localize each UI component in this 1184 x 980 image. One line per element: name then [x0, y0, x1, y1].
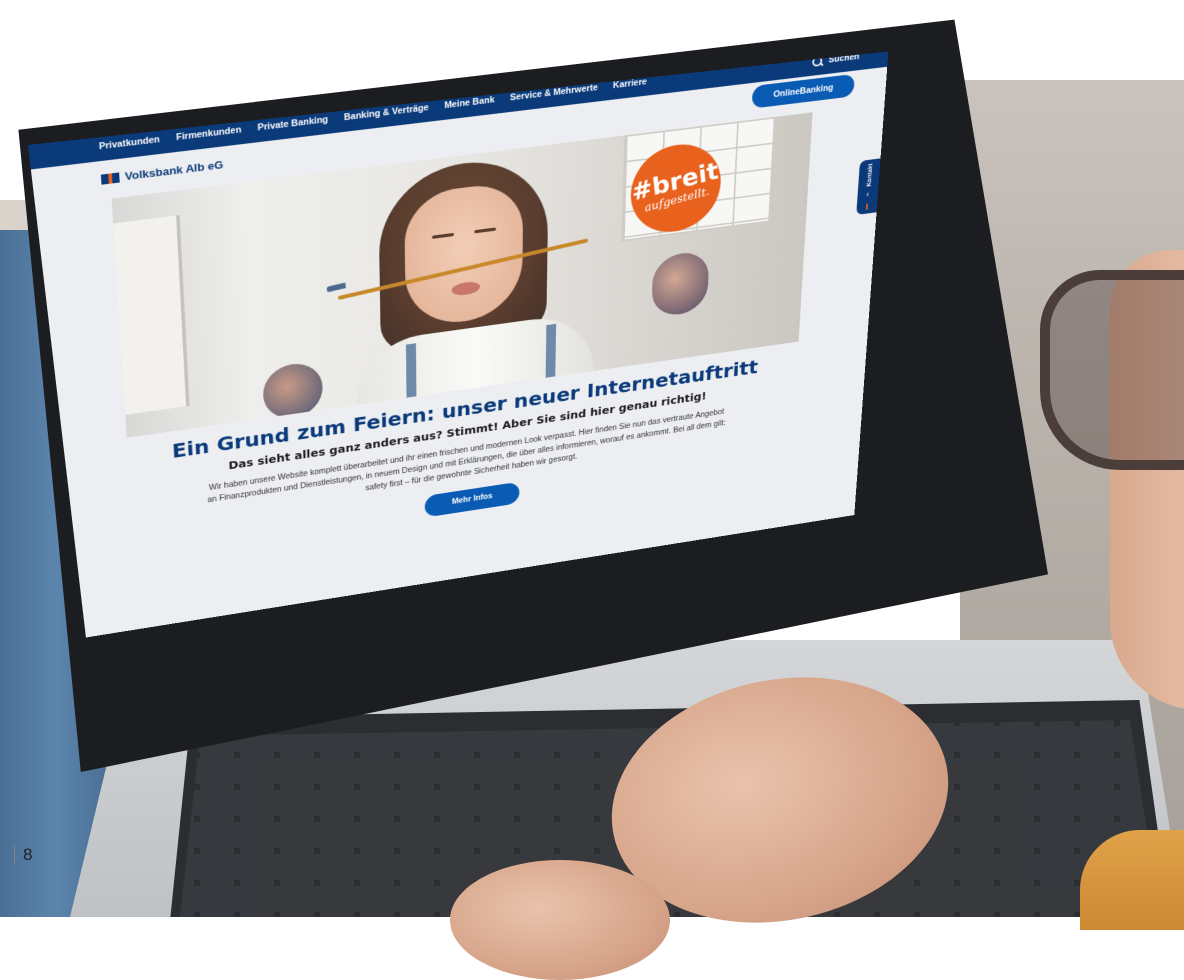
- volksbank-logo-icon: [100, 172, 120, 185]
- mehr-infos-button[interactable]: Mehr Infos: [424, 481, 520, 518]
- logo[interactable]: Volksbank Alb eG: [100, 158, 224, 185]
- brush-tip: [326, 282, 346, 293]
- kontakt-tab[interactable]: Kontakt ‹: [856, 158, 881, 215]
- kontakt-label: Kontakt: [864, 163, 874, 188]
- chevron-left-icon: ‹: [866, 190, 870, 200]
- hero-left-window: [113, 215, 190, 415]
- painted-hand-right: [651, 249, 710, 319]
- kontakt-accent: [865, 203, 868, 210]
- nav-item-privatkunden[interactable]: Privatkunden: [99, 134, 160, 151]
- hand-left: [450, 860, 670, 980]
- page-number: 8: [14, 845, 32, 865]
- apron-strap: [405, 343, 417, 406]
- painted-hand-left: [262, 360, 324, 422]
- logo-text: Volksbank Alb eG: [124, 158, 224, 183]
- glasses: [1040, 270, 1184, 470]
- apron-strap: [545, 323, 557, 386]
